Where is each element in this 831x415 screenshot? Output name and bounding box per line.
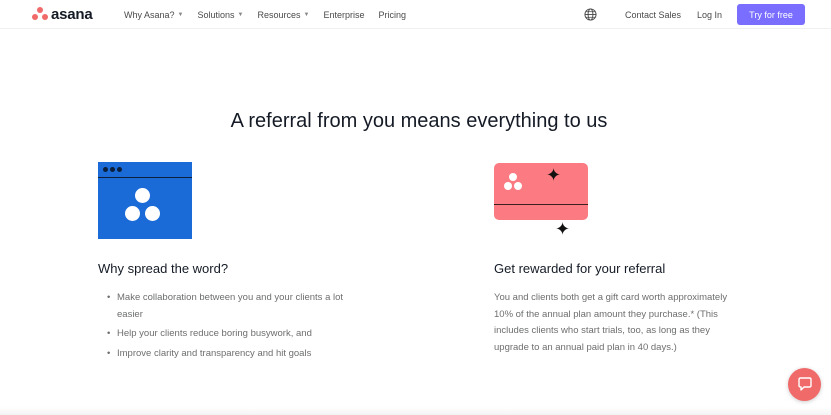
gift-card-illustration [494, 163, 588, 220]
chevron-down-icon: ▼ [237, 11, 244, 18]
chat-bubble-icon [797, 377, 812, 391]
top-nav: asana Why Asana? ▼ Solutions ▼ Resources ▼ … [0, 0, 831, 29]
login-link[interactable]: Log In [697, 0, 722, 29]
reasons-list: Make collaboration between you and your … [107, 290, 347, 365]
nav-item-why-asana[interactable]: Why Asana? ▼ [124, 10, 183, 20]
globe-icon[interactable] [584, 8, 597, 21]
browser-window-illustration [98, 162, 192, 239]
sparkle-icon: ✦ [546, 165, 562, 185]
list-item: Help your clients reduce boring busywork… [107, 326, 347, 343]
asana-logo-icon [32, 7, 48, 21]
list-item: Improve clarity and transparency and hit… [107, 346, 347, 363]
reward-description: You and clients both get a gift card wor… [494, 292, 728, 353]
page-headline: A referral from you means everything to … [230, 110, 608, 132]
list-item: Make collaboration between you and your … [107, 290, 347, 323]
asana-logo[interactable]: asana [32, 5, 93, 23]
sparkle-icon: ✦ [555, 219, 571, 239]
chat-widget-button[interactable] [788, 368, 821, 401]
contact-sales-link[interactable]: Contact Sales [625, 0, 681, 29]
page-bottom-edge [0, 407, 831, 415]
chevron-down-icon: ▼ [177, 11, 184, 18]
chevron-down-icon: ▼ [303, 11, 310, 18]
nav-links: Why Asana? ▼ Solutions ▼ Resources ▼ Enterp… [124, 0, 420, 29]
nav-item-pricing[interactable]: Pricing [378, 10, 406, 20]
nav-item-solutions[interactable]: Solutions ▼ [197, 10, 243, 20]
nav-item-resources[interactable]: Resources ▼ [257, 10, 309, 20]
why-spread-title: Why spread the word? [98, 261, 229, 276]
nav-item-enterprise[interactable]: Enterprise [323, 10, 364, 20]
get-rewarded-title: Get rewarded for your referral [494, 261, 666, 276]
try-for-free-button[interactable]: Try for free [737, 4, 805, 25]
logo-text: asana [51, 5, 93, 23]
